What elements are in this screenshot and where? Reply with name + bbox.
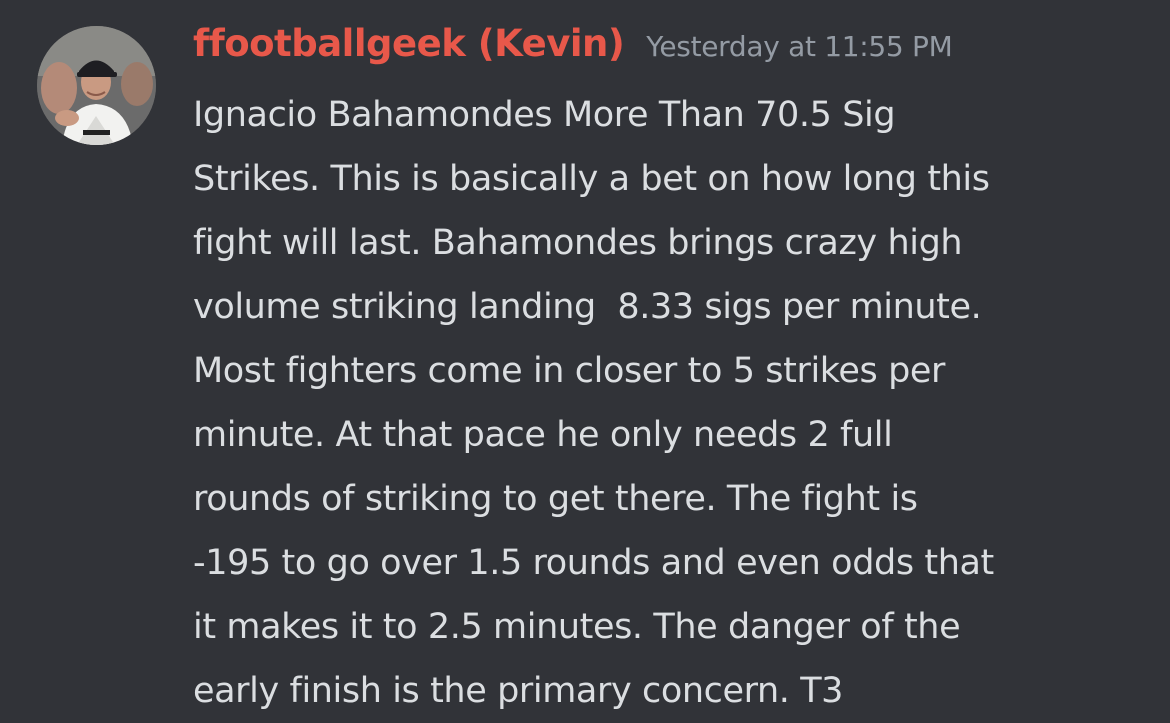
message-content: Ignacio Bahamondes More Than 70.5 Sig St…: [193, 83, 1153, 723]
message-line: Most fighters come in closer to 5 strike…: [193, 351, 946, 391]
message-line: volume striking landing 8.33 sigs per mi…: [193, 287, 982, 327]
message-header: ffootballgeek (Kevin) Yesterday at 11:55…: [193, 22, 953, 65]
message-line: fight will last. Bahamondes brings crazy…: [193, 223, 963, 263]
message-line: -195 to go over 1.5 rounds and even odds…: [193, 543, 994, 583]
message-line: Strikes. This is basically a bet on how …: [193, 159, 990, 199]
message-line: Ignacio Bahamondes More Than 70.5 Sig: [193, 95, 896, 135]
avatar[interactable]: [37, 26, 156, 145]
message-line: rounds of striking to get there. The fig…: [193, 479, 918, 519]
message-line: early finish is the primary concern. T3: [193, 671, 844, 711]
message-timestamp[interactable]: Yesterday at 11:55 PM: [646, 30, 953, 63]
user-avatar-icon: [37, 26, 156, 145]
chat-message: ffootballgeek (Kevin) Yesterday at 11:55…: [0, 0, 1170, 723]
author-name[interactable]: ffootballgeek (Kevin): [193, 22, 625, 65]
message-line: minute. At that pace he only needs 2 ful…: [193, 415, 893, 455]
message-line: it makes it to 2.5 minutes. The danger o…: [193, 607, 961, 647]
